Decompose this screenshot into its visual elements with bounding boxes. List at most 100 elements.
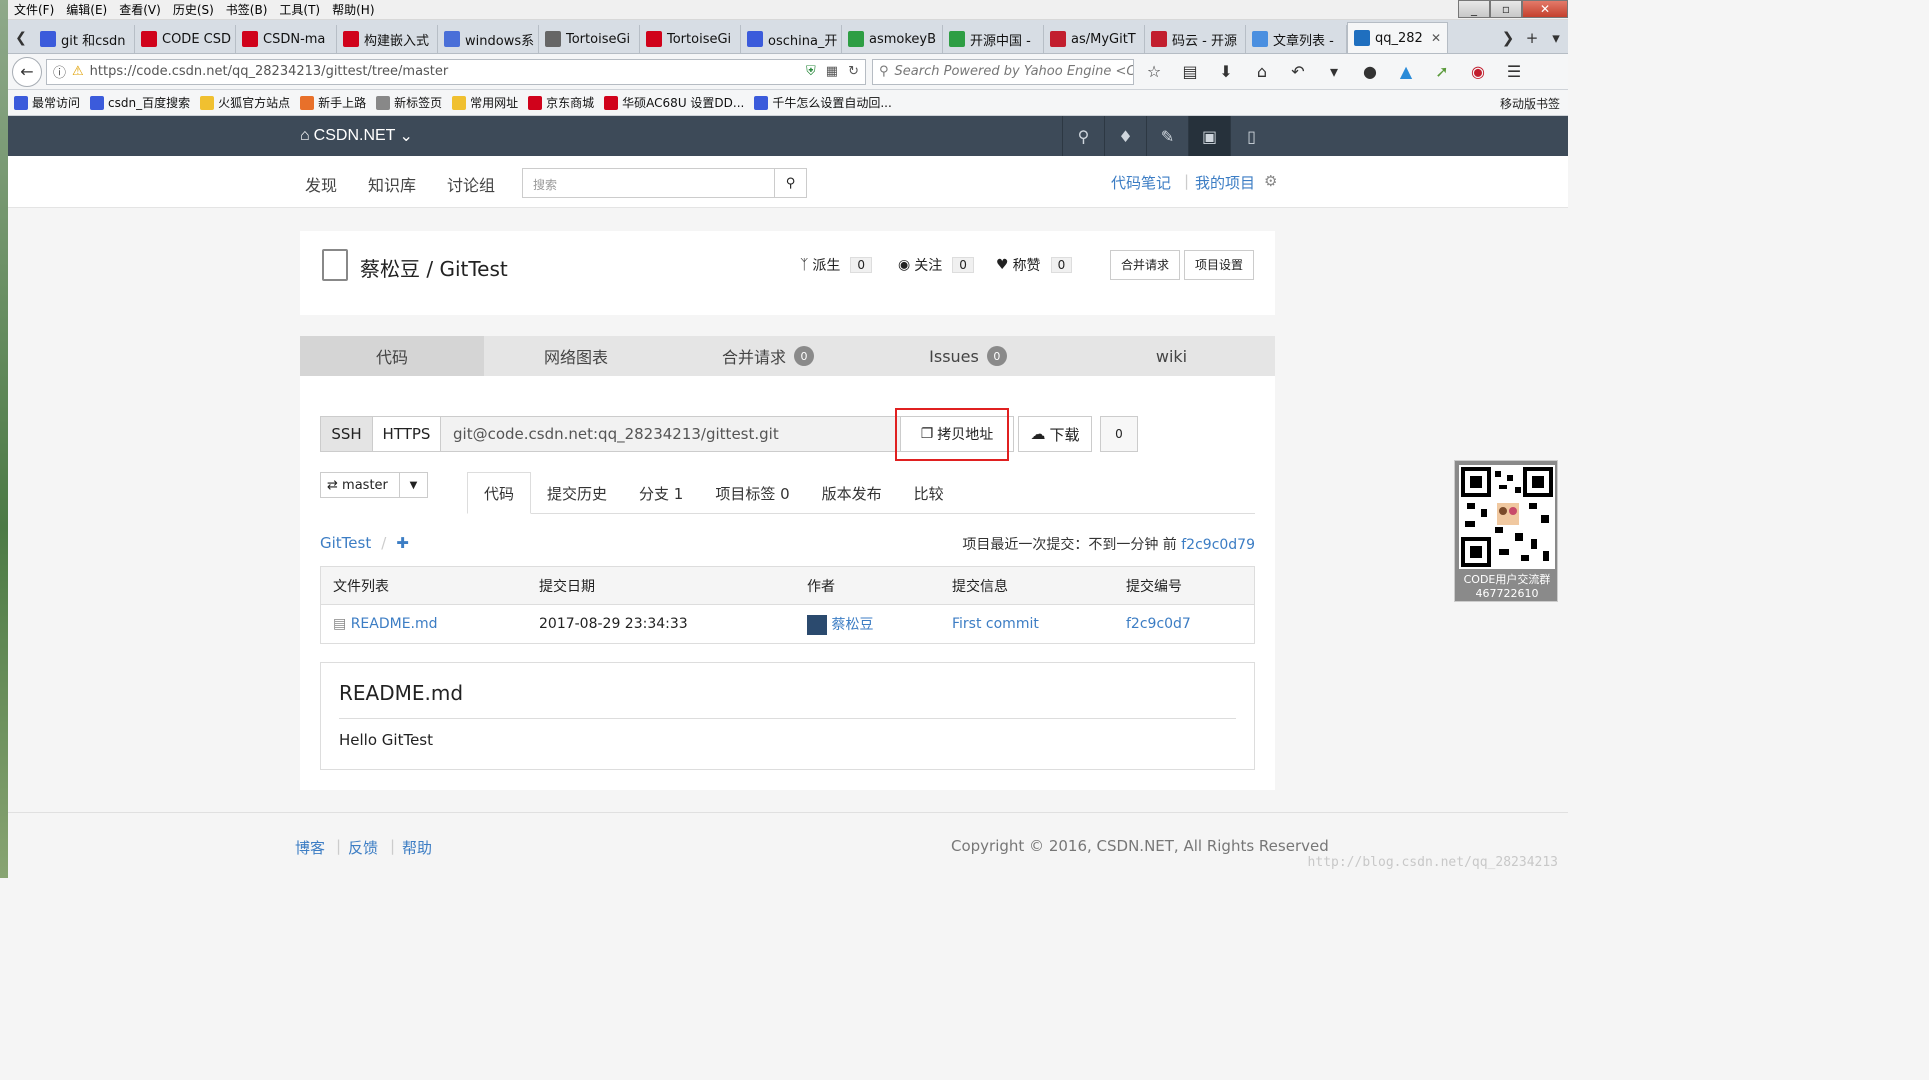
download-icon[interactable]: ⬇ [1214,62,1238,81]
author-link[interactable]: 蔡松豆 [831,617,873,633]
branch-selector[interactable]: ⇄ master ▼ [320,472,428,498]
header-search-icon[interactable]: ⚲ [1062,116,1104,156]
tab-network[interactable]: 网络图表 [484,336,668,376]
watch-stat[interactable]: ◉ 关注 0 [898,255,974,275]
latest-commit-hash[interactable]: f2c9c0d79 [1181,537,1255,553]
browser-tab[interactable]: 文章列表 - [1246,25,1347,53]
nav-discover[interactable]: 发现 [305,172,337,196]
fork-stat[interactable]: ᛉ 派生 0 [800,255,873,275]
project-settings-button[interactable]: 项目设置 [1184,250,1255,280]
branch-dropdown-icon[interactable]: ▼ [399,473,427,497]
browser-tab[interactable]: 开源中国 - [943,25,1044,53]
addon-circle-icon[interactable]: ● [1358,62,1382,81]
footer-help-link[interactable]: 帮助 [402,837,432,858]
new-tab-icon[interactable]: + [1520,29,1544,47]
browser-tab[interactable]: windows系 [438,25,539,53]
dropdown-icon[interactable]: ▾ [1322,62,1346,81]
site-search-button[interactable]: ⚲ [774,169,806,197]
browser-tab[interactable]: 码云 - 开源 [1145,25,1246,53]
adblock-icon[interactable]: ◉ [1466,62,1490,81]
browser-tab[interactable]: git 和csdn [34,25,135,53]
browser-tab[interactable]: as/MyGitT [1044,25,1145,53]
browser-tab[interactable]: oschina_开 [741,25,842,53]
qrcode-icon[interactable]: ▦ [826,64,838,79]
browser-tab[interactable]: asmokeyB [842,25,943,53]
crumb-repo[interactable]: GitTest [320,534,371,552]
menu-file[interactable]: 文件(F) [8,1,60,18]
footer-feedback-link[interactable]: 反馈 [348,837,378,858]
browser-tab[interactable]: CODE CSD [135,25,236,53]
settings-gear-icon[interactable]: ⚙ [1264,172,1277,190]
code-notes-link[interactable]: 代码笔记 [1111,172,1171,193]
bookmark-item[interactable]: 常用网址 [452,94,518,111]
ssh-button[interactable]: SSH [321,417,373,451]
subtab-releases[interactable]: 版本发布 [806,472,898,514]
browser-tab[interactable]: 构建嵌入式 [337,25,438,53]
bookmark-item[interactable]: csdn_百度搜索 [90,94,190,111]
web-search-input[interactable]: ⚲ Search Powered by Yahoo Engine <Ctrl [872,58,1134,85]
download-button[interactable]: ☁ 下载 [1018,416,1092,452]
bell-icon[interactable]: ♦ [1104,116,1146,156]
subtab-history[interactable]: 提交历史 [531,472,623,514]
addon-chart-icon[interactable]: ➚ [1430,62,1454,81]
browser-tab[interactable]: TortoiseGi [640,25,741,53]
close-icon[interactable]: ✕ [1522,0,1568,18]
commit-hash-link[interactable]: f2c9c0d7 [1126,616,1191,632]
mobile-bookmarks[interactable]: 移动版书签 [1500,95,1560,112]
like-stat[interactable]: ♥ 称赞 0 [996,255,1073,275]
https-button[interactable]: HTTPS [373,417,441,451]
close-tab-icon[interactable]: ✕ [1431,31,1441,45]
addon-cat-icon[interactable]: ▲ [1394,62,1418,81]
back-icon[interactable]: ← [12,56,42,87]
bookmark-item[interactable]: 最常访问 [14,94,80,111]
warning-lock-icon[interactable]: ⚠ [72,64,84,79]
tab-issues[interactable]: Issues 0 [868,336,1068,376]
nav-groups[interactable]: 讨论组 [447,172,495,196]
subtab-tags[interactable]: 项目标签 0 [699,472,805,514]
minimize-icon[interactable]: _ [1458,0,1490,18]
browser-tab[interactable]: TortoiseGi [539,25,640,53]
my-projects-link[interactable]: 我的项目 [1195,172,1255,193]
merge-request-button[interactable]: 合并请求 [1110,250,1181,280]
avatar[interactable] [807,614,827,635]
repo-title[interactable]: 蔡松豆 / GitTest [360,253,508,282]
pencil-icon[interactable]: ✎ [1146,116,1188,156]
browser-tab[interactable]: CSDN-ma [236,25,337,53]
tab-list-dropdown-icon[interactable]: ▾ [1544,29,1568,47]
info-icon[interactable]: ⓘ [53,62,66,81]
add-file-icon[interactable]: ✚ [396,534,409,552]
menu-bookmarks[interactable]: 书签(B) [220,1,274,18]
clone-url-input[interactable]: git@code.csdn.net:qq_28234213/gittest.gi… [441,417,901,451]
url-bar[interactable]: ⓘ ⚠ https://code.csdn.net/qq_28234213/gi… [46,58,866,85]
bookmark-item[interactable]: 千牛怎么设置自动回... [754,94,892,111]
monitor-icon[interactable]: ▣ [1188,116,1230,156]
qr-widget[interactable]: CODE用户交流群 467722610 [1454,460,1558,602]
footer-blog-link[interactable]: 博客 [295,837,325,858]
bookmark-item[interactable]: 火狐官方站点 [200,94,290,111]
commit-message-link[interactable]: First commit [952,616,1039,632]
site-logo[interactable]: ⌂ CSDN.NET ⌄ [300,126,413,146]
bookmark-item[interactable]: 京东商城 [528,94,594,111]
file-link[interactable]: README.md [351,616,438,632]
tab-scroll-right-icon[interactable]: ❯ [1496,29,1520,47]
menu-history[interactable]: 历史(S) [167,1,220,18]
home-icon[interactable]: ⌂ [1250,62,1274,81]
hamburger-menu-icon[interactable]: ☰ [1502,62,1526,81]
subtab-compare[interactable]: 比较 [898,472,960,514]
menu-edit[interactable]: 编辑(E) [60,1,113,18]
tab-scroll-left-icon[interactable]: ❮ [8,23,34,53]
tab-merge-requests[interactable]: 合并请求 0 [668,336,868,376]
menu-tools[interactable]: 工具(T) [273,1,326,18]
reload-icon[interactable]: ↻ [848,64,859,79]
subtab-branches[interactable]: 分支 1 [623,472,699,514]
tab-wiki[interactable]: wiki [1068,336,1275,376]
shield-icon[interactable]: ⛨ [806,64,816,79]
undo-icon[interactable]: ↶ [1286,62,1310,81]
browser-tab[interactable]: qq_282 ✕ [1347,22,1448,53]
menu-view[interactable]: 查看(V) [113,1,167,18]
nav-knowledge[interactable]: 知识库 [368,172,416,196]
bookmark-star-icon[interactable]: ☆ [1142,62,1166,81]
bookmark-item[interactable]: 新手上路 [300,94,366,111]
site-search-input[interactable]: 搜索 [523,169,774,197]
mobile-icon[interactable]: ▯ [1230,116,1272,156]
